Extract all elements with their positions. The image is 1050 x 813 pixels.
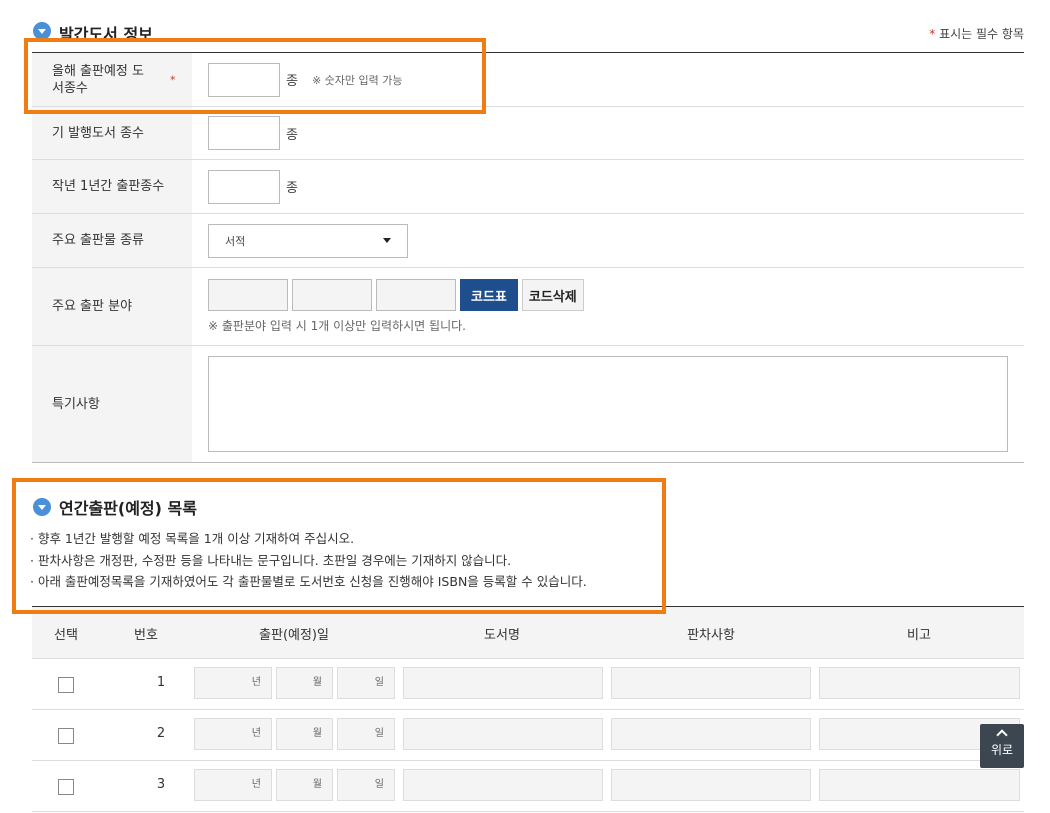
year-input[interactable]: 년 <box>194 769 272 801</box>
note-item: 판차사항은 개정판, 수정판 등을 나타내는 문구입니다. 초판일 경우에는 기… <box>30 550 587 572</box>
list-table-header: 선택 번호 출판(예정)일 도서명 판차사항 비고 <box>32 607 1024 659</box>
caret-down-icon <box>383 238 391 243</box>
row-number: 2 <box>156 726 166 741</box>
code-table-button[interactable]: 코드표 <box>460 279 518 311</box>
month-input[interactable]: 월 <box>276 718 333 750</box>
published-count-input[interactable] <box>208 116 280 150</box>
note-item: 아래 출판예정목록을 기재하였어도 각 출판물별로 도서번호 신청을 진행해야 … <box>30 571 587 593</box>
form-row-last-year-count: 작년 1년간 출판종수 종 <box>32 160 1024 214</box>
form-label: 올해 출판예정 도서종수 * <box>32 53 192 106</box>
remarks-input[interactable] <box>819 769 1020 801</box>
header-edition: 판차사항 <box>687 628 735 643</box>
chevron-down-icon <box>33 498 51 516</box>
field-code-input-2[interactable] <box>292 279 372 311</box>
remarks-textarea[interactable] <box>208 356 1008 452</box>
back-to-top-label: 위로 <box>990 743 1014 757</box>
select-value: 서적 <box>225 234 246 248</box>
unit-label: 종 <box>286 127 298 143</box>
back-to-top-button[interactable]: 위로 <box>980 724 1024 768</box>
chevron-up-icon <box>996 729 1008 741</box>
publication-info-form: 올해 출판예정 도서종수 * 종 ※ 숫자만 입력 가능 기 발행도서 종수 종… <box>32 52 1024 463</box>
year-input[interactable]: 년 <box>194 718 272 750</box>
header-select: 선택 <box>54 628 78 643</box>
form-label-text: 특기사항 <box>52 396 100 412</box>
section-header-annual-list: 연간출판(예정) 목록 <box>33 495 197 519</box>
field-code-input-1[interactable] <box>208 279 288 311</box>
book-title-input[interactable] <box>403 718 603 750</box>
row-checkbox[interactable] <box>58 677 74 693</box>
field-hint: ※ 출판분야 입력 시 1개 이상만 입력하시면 됩니다. <box>208 319 466 333</box>
remarks-input[interactable] <box>819 667 1020 699</box>
book-title-input[interactable] <box>403 769 603 801</box>
form-label: 작년 1년간 출판종수 <box>32 160 192 213</box>
form-label-text: 주요 출판 분야 <box>52 299 133 314</box>
publication-type-select[interactable]: 서적 <box>208 223 408 258</box>
day-input[interactable]: 일 <box>337 769 395 801</box>
form-row-published-count: 기 발행도서 종수 종 <box>32 107 1024 160</box>
form-row-publication-type: 주요 출판물 종류 서적 <box>32 214 1024 268</box>
last-year-count-input[interactable] <box>208 169 280 204</box>
form-row-publication-field: 주요 출판 분야 코드표 코드삭제 ※ 출판분야 입력 시 1개 이상만 입력하… <box>32 268 1024 346</box>
chevron-down-icon <box>33 22 51 40</box>
form-label-text: 올해 출판예정 도서종수 <box>52 63 144 96</box>
section-header-publication-info: 발간도서 정보 <box>33 18 153 44</box>
required-star: * <box>170 73 176 86</box>
header-remarks: 비고 <box>907 628 931 643</box>
required-note-text: 표시는 필수 항목 <box>939 27 1024 41</box>
form-row-remarks: 특기사항 <box>32 346 1024 463</box>
month-input[interactable]: 월 <box>276 769 333 801</box>
unit-label: 종 <box>286 74 298 89</box>
edition-input[interactable] <box>611 718 811 750</box>
table-row: 3 년 월 일 <box>32 761 1024 812</box>
form-label: 특기사항 <box>32 346 192 462</box>
day-input[interactable]: 일 <box>337 718 395 750</box>
header-title: 도서명 <box>484 628 520 643</box>
book-title-input[interactable] <box>403 667 603 699</box>
list-notes: 향후 1년간 발행할 예정 목록을 1개 이상 기재하여 주십시오. 판차사항은… <box>30 528 587 593</box>
table-row: 1 년 월 일 <box>32 659 1024 710</box>
numeric-hint: ※ 숫자만 입력 가능 <box>311 73 403 87</box>
row-number: 1 <box>156 675 166 690</box>
section-title: 발간도서 정보 <box>59 25 153 44</box>
planned-count-input[interactable] <box>208 62 280 97</box>
row-number: 3 <box>156 777 166 792</box>
form-label-text: 주요 출판물 종류 <box>52 233 144 248</box>
unit-label: 종 <box>286 181 298 196</box>
form-label-text: 작년 1년간 출판종수 <box>52 179 165 194</box>
edition-input[interactable] <box>611 769 811 801</box>
required-star: * <box>929 27 936 41</box>
required-note: * 표시는 필수 항목 <box>929 25 1024 42</box>
form-label: 주요 출판 분야 <box>32 268 192 345</box>
row-checkbox[interactable] <box>58 779 74 795</box>
note-item: 향후 1년간 발행할 예정 목록을 1개 이상 기재하여 주십시오. <box>30 528 587 550</box>
row-checkbox[interactable] <box>58 728 74 744</box>
month-input[interactable]: 월 <box>276 667 333 699</box>
header-number: 번호 <box>134 628 158 643</box>
edition-input[interactable] <box>611 667 811 699</box>
field-code-input-3[interactable] <box>376 279 456 311</box>
section-title: 연간출판(예정) 목록 <box>59 499 197 518</box>
form-row-planned-count: 올해 출판예정 도서종수 * 종 ※ 숫자만 입력 가능 <box>32 53 1024 107</box>
year-input[interactable]: 년 <box>194 667 272 699</box>
day-input[interactable]: 일 <box>337 667 395 699</box>
form-label: 기 발행도서 종수 <box>32 107 192 159</box>
form-label-text: 기 발행도서 종수 <box>52 125 144 141</box>
code-delete-button[interactable]: 코드삭제 <box>521 279 584 311</box>
header-date: 출판(예정)일 <box>259 628 329 643</box>
table-row: 2 년 월 일 <box>32 710 1024 761</box>
form-label: 주요 출판물 종류 <box>32 214 192 267</box>
